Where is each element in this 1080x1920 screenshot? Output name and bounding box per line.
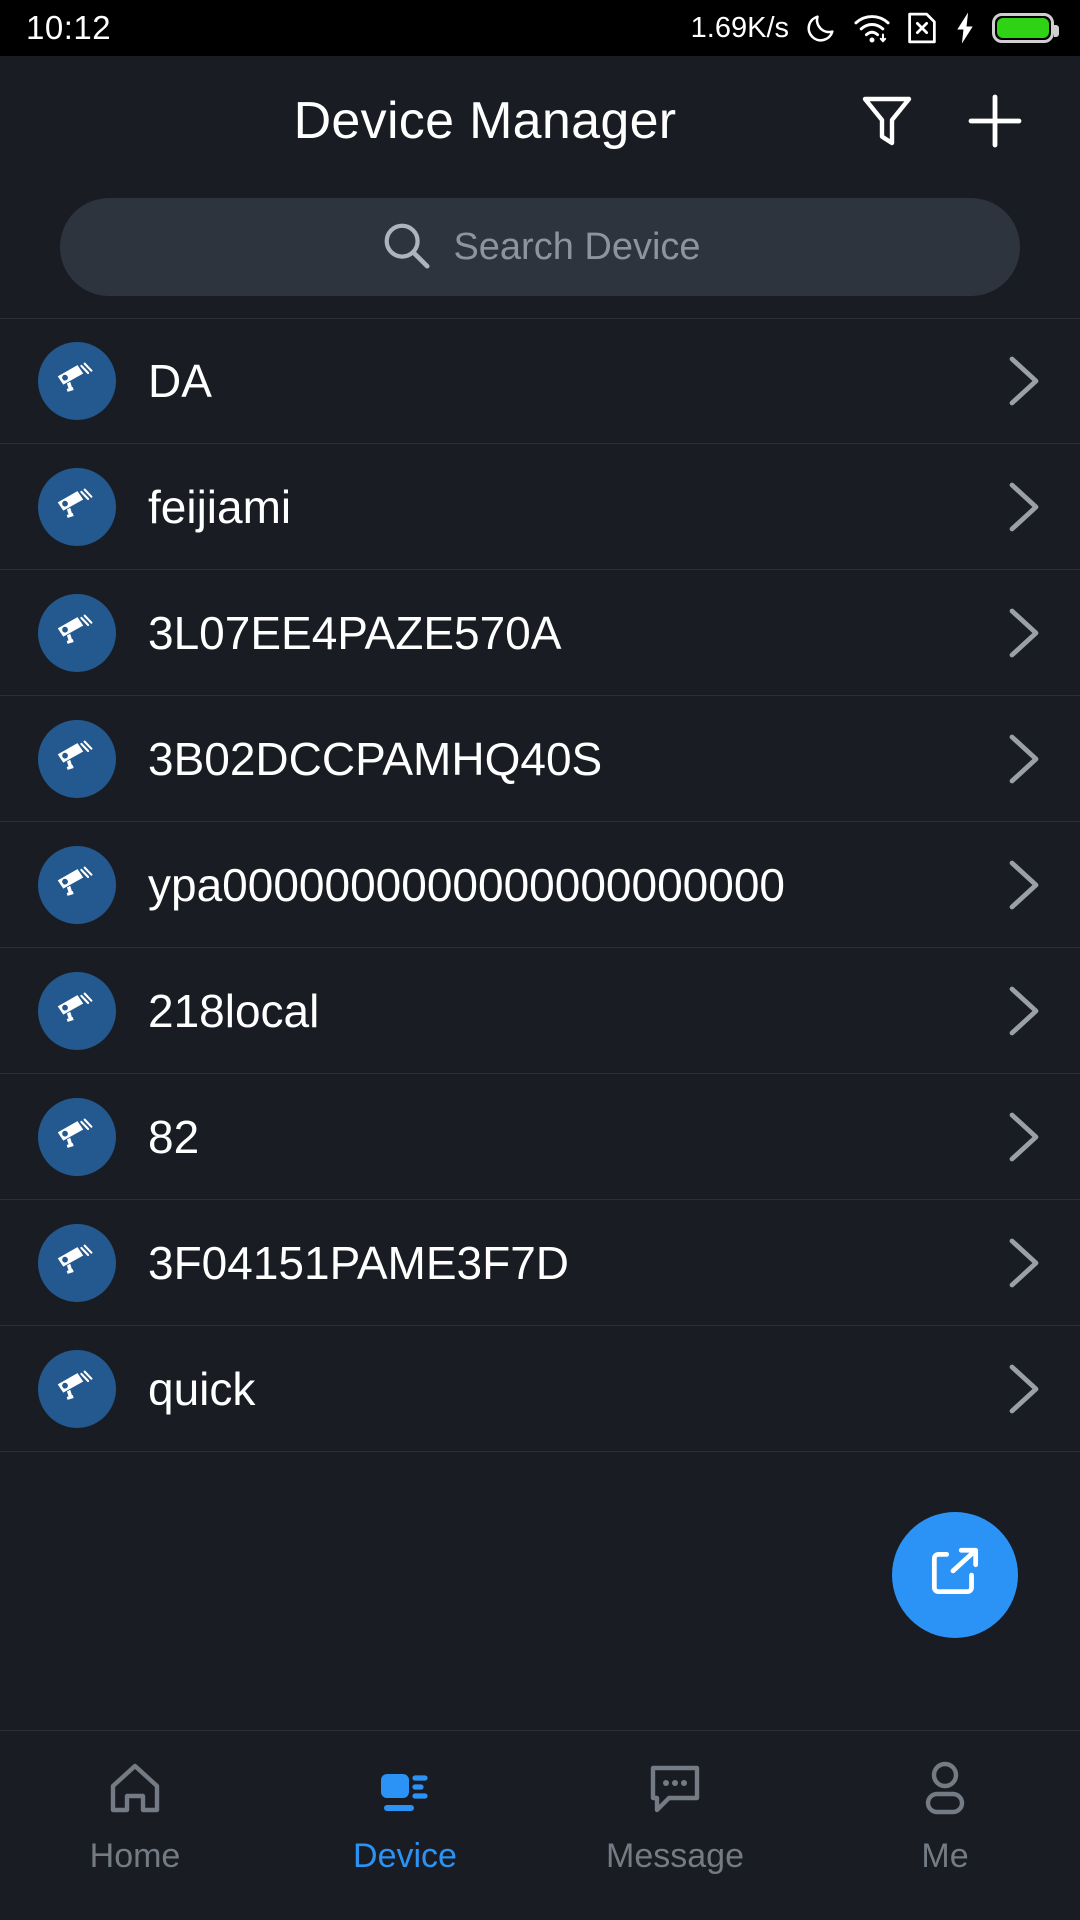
cctv-camera-icon (38, 593, 116, 672)
device-list-item[interactable]: quick (0, 1326, 1080, 1452)
tab-message[interactable]: Message (540, 1753, 810, 1876)
share-export-icon (924, 1542, 986, 1609)
device-name: 218local (148, 984, 320, 1037)
tab-home[interactable]: Home (0, 1753, 270, 1876)
device-name: DA (148, 355, 212, 407)
message-icon (645, 1753, 705, 1823)
chevron-right-icon[interactable] (1000, 983, 1044, 1039)
tab-label: Message (606, 1837, 744, 1875)
device-name: 3B02DCCPAMHQ40S (148, 732, 603, 785)
battery-icon (992, 13, 1059, 43)
wifi-icon (853, 11, 891, 45)
search-placeholder: Search Device (453, 225, 701, 268)
network-speed-text: 1.69K/s (690, 11, 789, 44)
person-icon (916, 1753, 974, 1823)
device-list-item[interactable]: 3B02DCCPAMHQ40S (0, 696, 1080, 822)
device-list: DA feijiami 3L07EE4PAZE570A 3B02DCCPAMHQ… (0, 318, 1080, 1452)
cctv-camera-icon (38, 467, 116, 546)
cctv-camera-icon (38, 1349, 116, 1428)
home-icon (105, 1753, 165, 1823)
tab-label: Device (353, 1837, 457, 1875)
app-header: Device Manager (0, 56, 1080, 186)
share-export-fab[interactable] (892, 1512, 1018, 1638)
tab-label: Me (921, 1837, 969, 1875)
camcorder-icon (373, 1753, 437, 1823)
device-list-item[interactable]: 82 (0, 1074, 1080, 1200)
device-name: 82 (148, 1110, 200, 1163)
dnd-moon-icon (804, 11, 838, 45)
device-list-item[interactable]: 3L07EE4PAZE570A (0, 570, 1080, 696)
chevron-right-icon[interactable] (1000, 731, 1044, 787)
cctv-camera-icon (38, 845, 116, 924)
search-section: Search Device (0, 186, 1080, 318)
chevron-right-icon[interactable] (1000, 857, 1044, 913)
chevron-right-icon[interactable] (1000, 479, 1044, 535)
chevron-right-icon[interactable] (1000, 1361, 1044, 1417)
search-icon (379, 218, 433, 277)
device-name: ypa0000000000000000000000 (148, 858, 785, 911)
device-list-item[interactable]: ypa0000000000000000000000 (0, 822, 1080, 948)
cctv-camera-icon (38, 1223, 116, 1302)
add-icon[interactable] (962, 88, 1028, 154)
device-list-item[interactable]: 218local (0, 948, 1080, 1074)
chevron-right-icon[interactable] (1000, 1109, 1044, 1165)
device-list-item[interactable]: feijiami (0, 444, 1080, 570)
status-bar-clock: 10:12 (26, 9, 112, 46)
app-screen: 10:12 1.69K/s Device Manager Search Devi… (0, 0, 1080, 1920)
chevron-right-icon[interactable] (1000, 353, 1044, 409)
charging-bolt-icon (953, 11, 977, 45)
chevron-right-icon[interactable] (1000, 605, 1044, 661)
tab-device[interactable]: Device (270, 1753, 540, 1876)
cctv-camera-icon (38, 342, 116, 420)
filter-icon[interactable] (854, 88, 920, 154)
device-name: quick (148, 1362, 256, 1415)
header-actions (854, 88, 1080, 154)
device-name: feijiami (148, 480, 292, 533)
cctv-camera-icon (38, 971, 116, 1050)
tab-label: Home (89, 1837, 181, 1875)
bottom-navigation: Home Device Message Me (0, 1730, 1080, 1920)
chevron-right-icon[interactable] (1000, 1235, 1044, 1291)
no-sim-icon (906, 11, 938, 45)
cctv-camera-icon (38, 719, 116, 798)
status-bar-indicators: 1.69K/s (690, 11, 1059, 45)
device-name: 3F04151PAME3F7D (148, 1236, 570, 1289)
search-input[interactable]: Search Device (60, 198, 1020, 296)
device-list-item[interactable]: DA (0, 318, 1080, 444)
device-name: 3L07EE4PAZE570A (148, 606, 562, 659)
device-list-item[interactable]: 3F04151PAME3F7D (0, 1200, 1080, 1326)
status-bar: 10:12 1.69K/s (0, 0, 1080, 56)
tab-me[interactable]: Me (810, 1753, 1080, 1876)
cctv-camera-icon (38, 1097, 116, 1176)
